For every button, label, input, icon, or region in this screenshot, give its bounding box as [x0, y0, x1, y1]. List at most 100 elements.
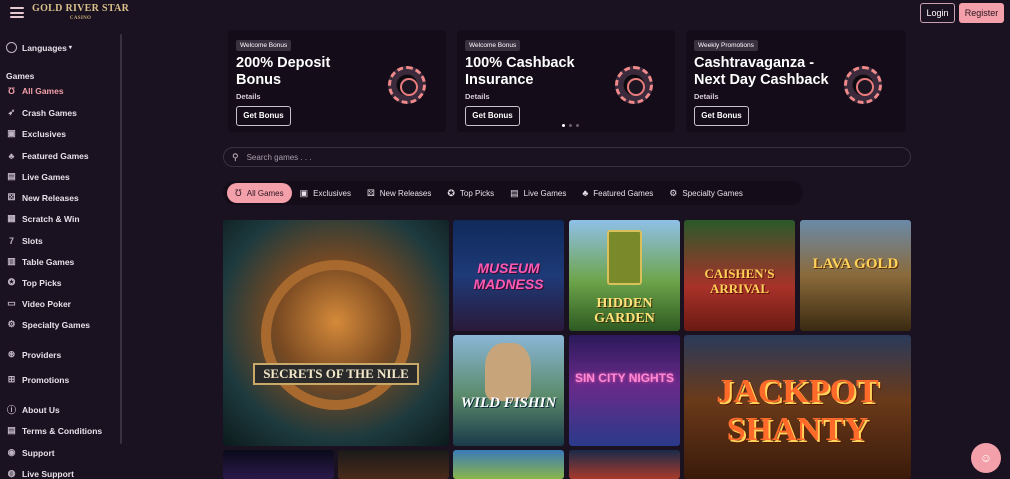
sidebar-item-label: Support: [22, 447, 55, 458]
game-tile[interactable]: MUSEUM MADNESS: [453, 220, 564, 331]
menu-icon[interactable]: [10, 7, 24, 18]
chat-bubble-icon: ☺: [979, 451, 993, 465]
sidebar-item-featured-games[interactable]: ♣ Featured Games: [6, 150, 89, 161]
search-icon: ⚲: [232, 151, 239, 162]
tab-new-releases[interactable]: ⚄ New Releases: [359, 183, 439, 203]
top-bar: GOLD RIVER STAR CASINO Login Register: [0, 0, 1010, 26]
table-icon: ▥: [7, 256, 16, 266]
sidebar-item-label: Video Poker: [22, 298, 71, 309]
sidebar-item-providers[interactable]: ⊛ Providers: [6, 349, 62, 360]
promo-card[interactable]: Weekly Promotions Cashtravaganza - Next …: [686, 30, 906, 132]
sidebar-item-label: Slots: [22, 235, 43, 246]
gear-icon: ⚙: [7, 319, 16, 329]
game-title: WILD FISHIN: [460, 395, 557, 411]
game-tile[interactable]: SIN CITY NIGHTS: [569, 335, 680, 446]
document-icon: ▤: [7, 425, 16, 435]
star-box-icon: ▣: [7, 128, 16, 138]
game-tile[interactable]: SECRETS OF THE NILE: [223, 220, 449, 446]
carousel-dot[interactable]: [569, 124, 572, 127]
tab-label: All Games: [246, 188, 284, 198]
carousel-dot[interactable]: [576, 124, 579, 127]
tab-exclusives[interactable]: ▣ Exclusives: [292, 183, 359, 203]
game-title: HIDDEN GARDEN: [594, 296, 655, 326]
sidebar-item-label: Providers: [22, 349, 62, 360]
live-icon: ▤: [7, 171, 16, 181]
sidebar-item-support[interactable]: ◉ Support: [6, 447, 55, 458]
tab-live-games[interactable]: ▤ Live Games: [502, 183, 574, 203]
game-tile[interactable]: [453, 450, 564, 479]
register-button[interactable]: Register: [959, 3, 1004, 23]
dice-icon: ⚄: [366, 187, 375, 198]
clover-icon: ♣: [582, 188, 589, 198]
info-icon: ⓘ: [6, 405, 16, 415]
sidebar-item-label: About Us: [22, 404, 60, 415]
sidebar-item-label: Top Picks: [22, 277, 62, 288]
game-tile[interactable]: [569, 450, 680, 479]
gift-icon: ⊞: [7, 374, 16, 384]
game-tile[interactable]: JACKPOT SHANTY: [684, 335, 911, 479]
sidebar-item-live-games[interactable]: ▤ Live Games: [6, 171, 70, 182]
game-tile[interactable]: WILD FISHIN: [453, 335, 564, 446]
language-label: Languages: [22, 42, 67, 53]
login-button[interactable]: Login: [920, 3, 955, 23]
sidebar-item-specialty-games[interactable]: ⚙ Specialty Games: [6, 319, 90, 330]
carousel-dot[interactable]: [562, 124, 565, 127]
game-tile[interactable]: [338, 450, 449, 479]
sidebar-item-table-games[interactable]: ▥ Table Games: [6, 256, 74, 267]
promo-details-link[interactable]: Details: [694, 92, 719, 101]
game-tile[interactable]: [223, 450, 334, 479]
game-title: SECRETS OF THE NILE: [253, 363, 419, 385]
medal-icon: ✪: [7, 277, 16, 287]
promo-card[interactable]: Welcome Bonus 100% Cashback Insurance De…: [457, 30, 675, 132]
get-bonus-button[interactable]: Get Bonus: [236, 106, 291, 126]
sidebar-item-live-support[interactable]: ◍ Live Support: [6, 468, 74, 479]
sidebar-item-label: Scratch & Win: [22, 213, 80, 224]
game-title: MUSEUM MADNESS: [473, 260, 544, 292]
sidebar-item-promotions[interactable]: ⊞ Promotions: [6, 374, 70, 385]
search-input[interactable]: [246, 152, 887, 162]
tab-label: Specialty Games: [682, 188, 743, 198]
language-selector[interactable]: Languages ▾: [6, 42, 72, 53]
sidebar-item-about-us[interactable]: ⓘ About Us: [6, 404, 60, 416]
get-bonus-button[interactable]: Get Bonus: [694, 106, 749, 126]
sidebar-item-terms[interactable]: ▤ Terms & Conditions: [6, 425, 102, 436]
live-chat-button[interactable]: ☺: [971, 443, 1001, 473]
gear-icon: ⚙: [669, 187, 678, 198]
medal-icon: ✪: [447, 187, 455, 198]
sidebar-item-scratch-win[interactable]: ▦ Scratch & Win: [6, 213, 80, 224]
get-bonus-button[interactable]: Get Bonus: [465, 106, 520, 126]
poker-chip-icon: [388, 66, 426, 104]
sidebar-item-label: Featured Games: [22, 150, 89, 161]
search-bar: ⚲: [223, 147, 911, 167]
promo-details-link[interactable]: Details: [236, 92, 261, 101]
poker-chip-icon: [615, 66, 653, 104]
rocket-icon: ➶: [7, 107, 16, 117]
sidebar-item-label: Promotions: [22, 374, 70, 385]
sidebar-item-label: Live Games: [22, 171, 70, 182]
tab-top-picks[interactable]: ✪ Top Picks: [439, 183, 502, 203]
site-logo[interactable]: GOLD RIVER STAR CASINO: [32, 4, 129, 24]
promo-title: 200% Deposit Bonus: [236, 55, 331, 88]
promo-details-link[interactable]: Details: [465, 92, 490, 101]
globe-icon: [6, 42, 17, 53]
providers-icon: ⊛: [7, 349, 16, 359]
sidebar-item-label: Terms & Conditions: [22, 425, 103, 436]
tab-specialty-games[interactable]: ⚙ Specialty Games: [661, 183, 751, 203]
sidebar-item-top-picks[interactable]: ✪ Top Picks: [6, 277, 62, 288]
sidebar-item-video-poker[interactable]: ▭ Video Poker: [6, 298, 71, 309]
cards-icon: ▭: [7, 298, 16, 308]
promo-card[interactable]: Welcome Bonus 200% Deposit Bonus Details…: [228, 30, 446, 132]
chevron-down-icon: ▾: [68, 45, 72, 51]
tab-all-games[interactable]: Ʊ All Games: [227, 183, 292, 203]
game-tile[interactable]: CAISHEN'S ARRIVAL: [684, 220, 795, 331]
logo-subtext: CASINO: [69, 16, 92, 21]
sidebar-item-slots[interactable]: 7 Slots: [6, 235, 43, 246]
sidebar-item-new-releases[interactable]: ⚄ New Releases: [6, 192, 79, 203]
tab-featured-games[interactable]: ♣ Featured Games: [574, 183, 661, 203]
game-tile[interactable]: LAVA GOLD: [800, 220, 911, 331]
sidebar-item-all-games[interactable]: Ʊ All Games: [6, 85, 64, 96]
promo-tag: Welcome Bonus: [465, 40, 521, 51]
sidebar-item-exclusives[interactable]: ▣ Exclusives: [6, 128, 66, 139]
sidebar-item-crash-games[interactable]: ➶ Crash Games: [6, 107, 77, 118]
game-tile[interactable]: HIDDEN GARDEN: [569, 220, 680, 331]
